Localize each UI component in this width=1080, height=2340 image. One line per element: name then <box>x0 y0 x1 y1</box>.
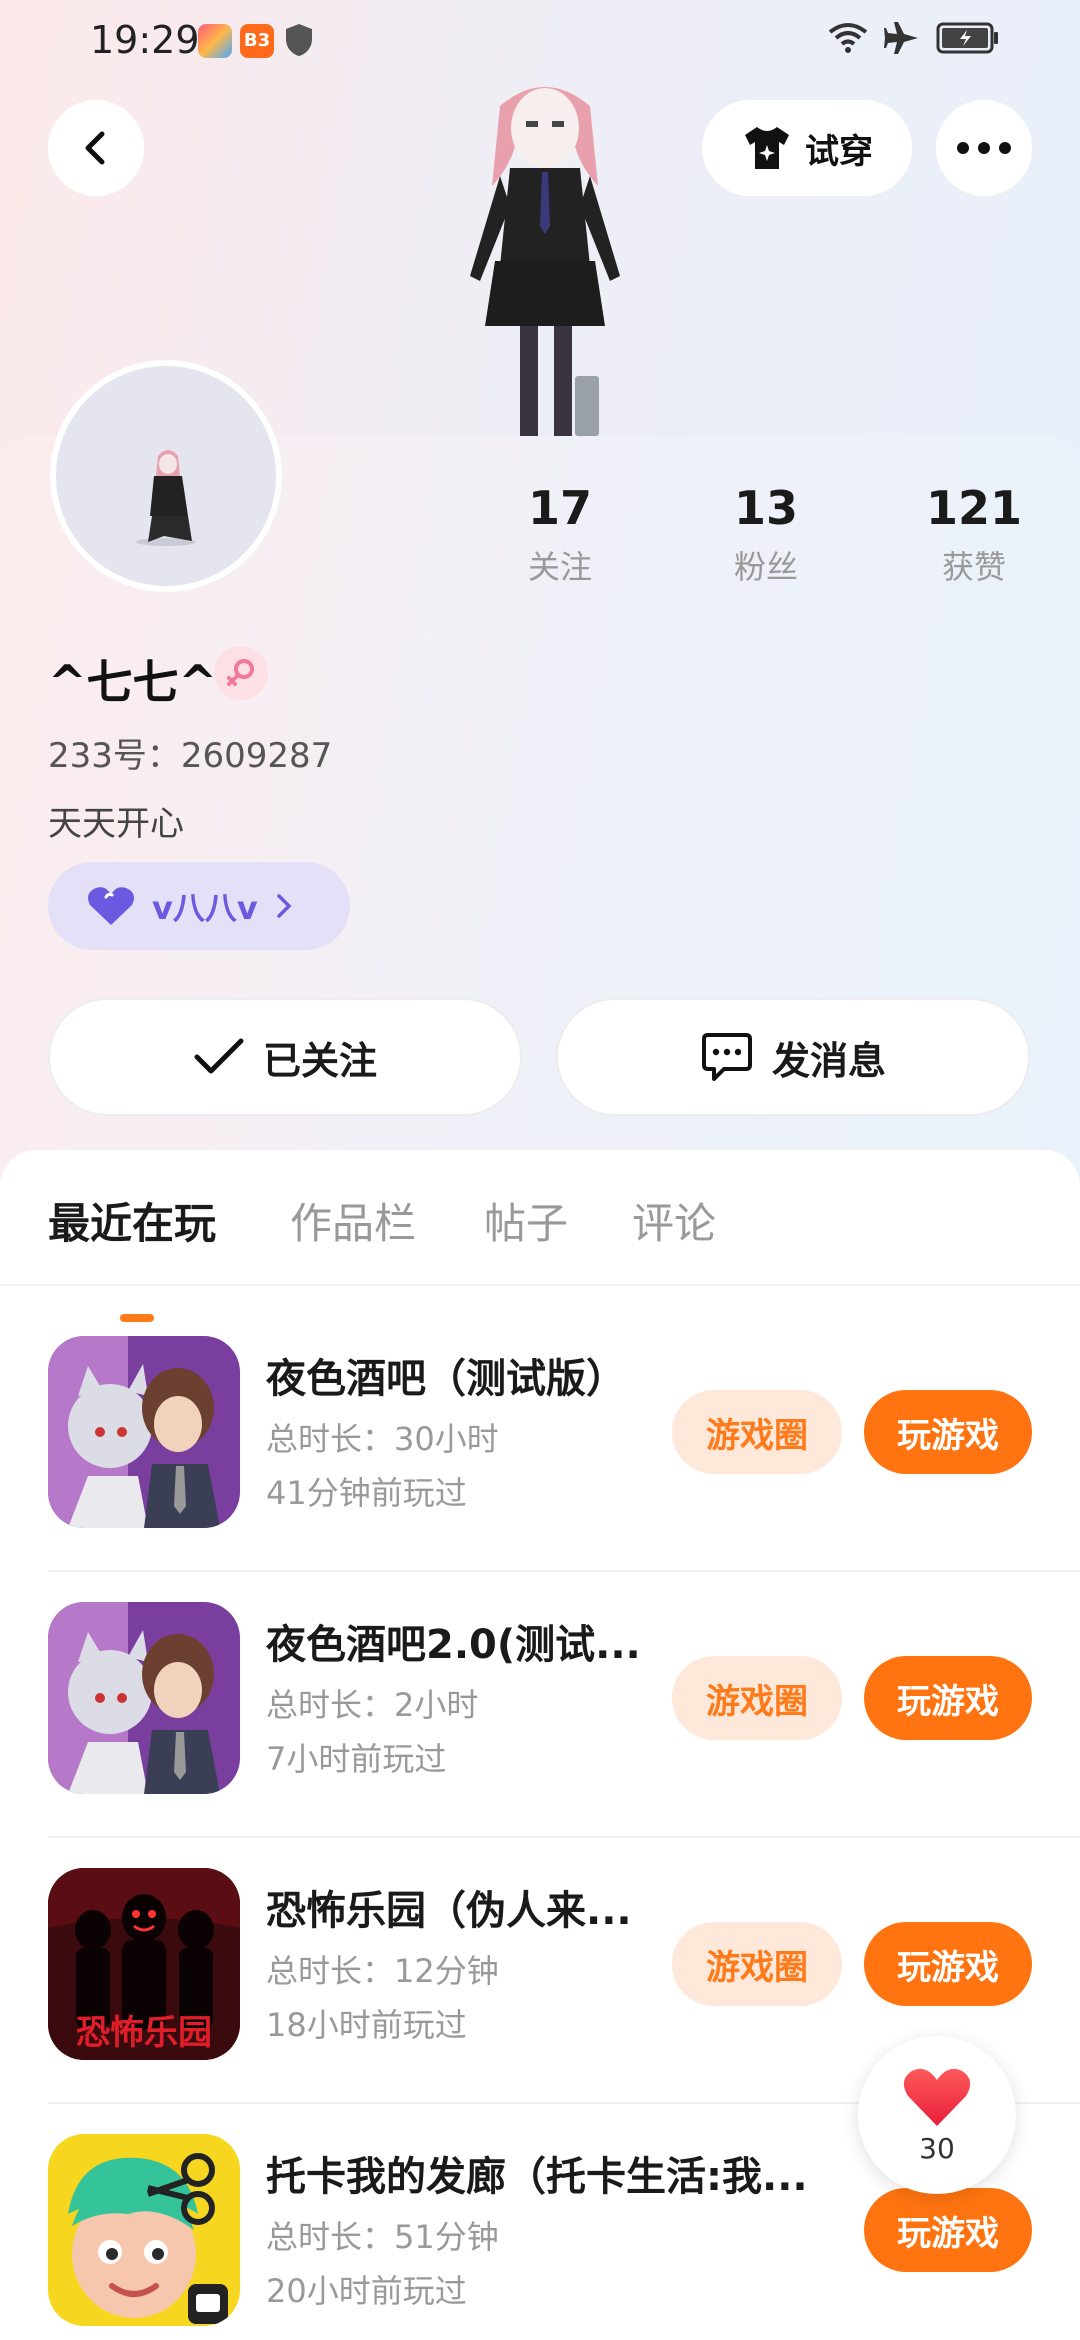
try-on-label: 试穿 <box>805 131 873 172</box>
game-icon-toca-hair-salon <box>48 2134 240 2326</box>
tab-comments[interactable]: 评论 <box>632 1190 716 1251</box>
stat-following-label: 关注 <box>527 548 592 586</box>
chevron-left-icon <box>85 131 105 165</box>
wifi-icon <box>828 23 868 53</box>
airplane-icon <box>884 22 918 54</box>
list-item[interactable]: 夜色酒吧（测试版） 总时长：30小时 41分钟前玩过 游戏圈 玩游戏 <box>48 1306 1080 1572</box>
app-notification-icon <box>198 24 232 58</box>
game-last-played: 20小时前玩过 <box>266 2272 467 2310</box>
game-last-played: 41分钟前玩过 <box>266 1474 467 1512</box>
user-bio: 天天开心 <box>48 804 184 844</box>
stat-followers-count: 13 <box>733 481 798 535</box>
stat-followers-label: 粉丝 <box>733 548 798 586</box>
stat-following-count: 17 <box>527 481 592 535</box>
play-game-button[interactable]: 玩游戏 <box>864 1390 1032 1474</box>
game-last-played: 18小时前玩过 <box>266 2006 467 2044</box>
followed-label: 已关注 <box>262 1038 377 1083</box>
username: ^七七^ <box>48 655 218 709</box>
game-duration: 总时长：30小时 <box>266 1420 499 1458</box>
status-bar: 19:29 B3 <box>0 0 1080 84</box>
game-circle-button[interactable]: 游戏圈 <box>672 1656 842 1740</box>
guild-name: v八八v <box>152 889 258 927</box>
play-game-button[interactable]: 玩游戏 <box>864 1922 1032 2006</box>
game-circle-button[interactable]: 游戏圈 <box>672 1922 842 2006</box>
tab-works[interactable]: 作品栏 <box>290 1190 416 1251</box>
app-notification-icon-2: B3 <box>240 24 274 58</box>
game-duration: 总时长：51分钟 <box>266 2218 499 2256</box>
stat-likes-label: 获赞 <box>941 548 1006 586</box>
play-game-button[interactable]: 玩游戏 <box>864 1656 1032 1740</box>
checkmark-icon <box>194 1038 244 1074</box>
tab-divider <box>0 1284 1080 1286</box>
chat-bubble-icon <box>701 1033 752 1081</box>
status-icons <box>828 20 1000 56</box>
game-duration: 总时长：2小时 <box>266 1686 479 1724</box>
tab-bar: 最近在玩 作品栏 帖子 评论 <box>0 1190 1080 1322</box>
try-on-button[interactable]: 试穿 <box>702 100 912 196</box>
send-message-label: 发消息 <box>771 1038 886 1083</box>
send-message-button[interactable]: 发消息 <box>556 998 1030 1116</box>
game-icon-night-bar <box>48 1336 240 1528</box>
guild-badge[interactable]: v八八v <box>48 862 350 950</box>
more-options-button[interactable] <box>936 100 1032 196</box>
game-duration: 总时长：12分钟 <box>266 1952 499 1990</box>
game-name: 夜色酒吧（测试版） <box>266 1356 626 1402</box>
followed-button[interactable]: 已关注 <box>48 998 522 1116</box>
user-id: 233号：2609287 <box>48 736 333 776</box>
horror-park-icon-text: 恐怖乐园 <box>76 2013 212 2053</box>
stat-likes[interactable]: 121 获赞 <box>896 480 1052 588</box>
game-name: 夜色酒吧2.0(测试... <box>266 1622 641 1668</box>
battery-icon <box>936 22 998 54</box>
stat-followers[interactable]: 13 粉丝 <box>696 480 836 588</box>
chevron-right-icon <box>276 894 292 918</box>
stat-likes-count: 121 <box>925 481 1023 535</box>
tab-recently-played[interactable]: 最近在玩 <box>48 1190 216 1251</box>
play-game-button[interactable]: 玩游戏 <box>864 2188 1032 2272</box>
like-count: 30 <box>919 2131 955 2165</box>
like-button[interactable]: 30 <box>858 2036 1016 2194</box>
avatar-model-figure <box>470 87 620 436</box>
list-item[interactable]: 夜色酒吧2.0(测试... 总时长：2小时 7小时前玩过 游戏圈 玩游戏 <box>48 1572 1080 1838</box>
status-time: 19:29 <box>90 18 200 62</box>
purple-heart-icon <box>88 887 134 925</box>
game-icon-horror-park: 恐怖乐园 <box>48 1868 240 2060</box>
game-circle-button[interactable]: 游戏圈 <box>672 1390 842 1474</box>
back-button[interactable] <box>48 100 144 196</box>
more-dots-icon <box>957 142 1011 154</box>
avatar-figure <box>136 450 196 546</box>
game-name: 恐怖乐园（伪人来... <box>266 1888 632 1934</box>
female-gender-icon <box>214 646 268 700</box>
avatar[interactable] <box>50 360 282 592</box>
game-name: 托卡我的发廊（托卡生活:我... <box>266 2154 808 2200</box>
shield-icon <box>286 24 312 56</box>
game-last-played: 7小时前玩过 <box>266 1740 447 1778</box>
heart-icon <box>903 2068 971 2126</box>
tab-posts[interactable]: 帖子 <box>484 1190 568 1251</box>
game-icon-night-bar-2 <box>48 1602 240 1794</box>
tshirt-sparkle-icon <box>745 127 789 169</box>
stat-following[interactable]: 17 关注 <box>490 480 630 588</box>
